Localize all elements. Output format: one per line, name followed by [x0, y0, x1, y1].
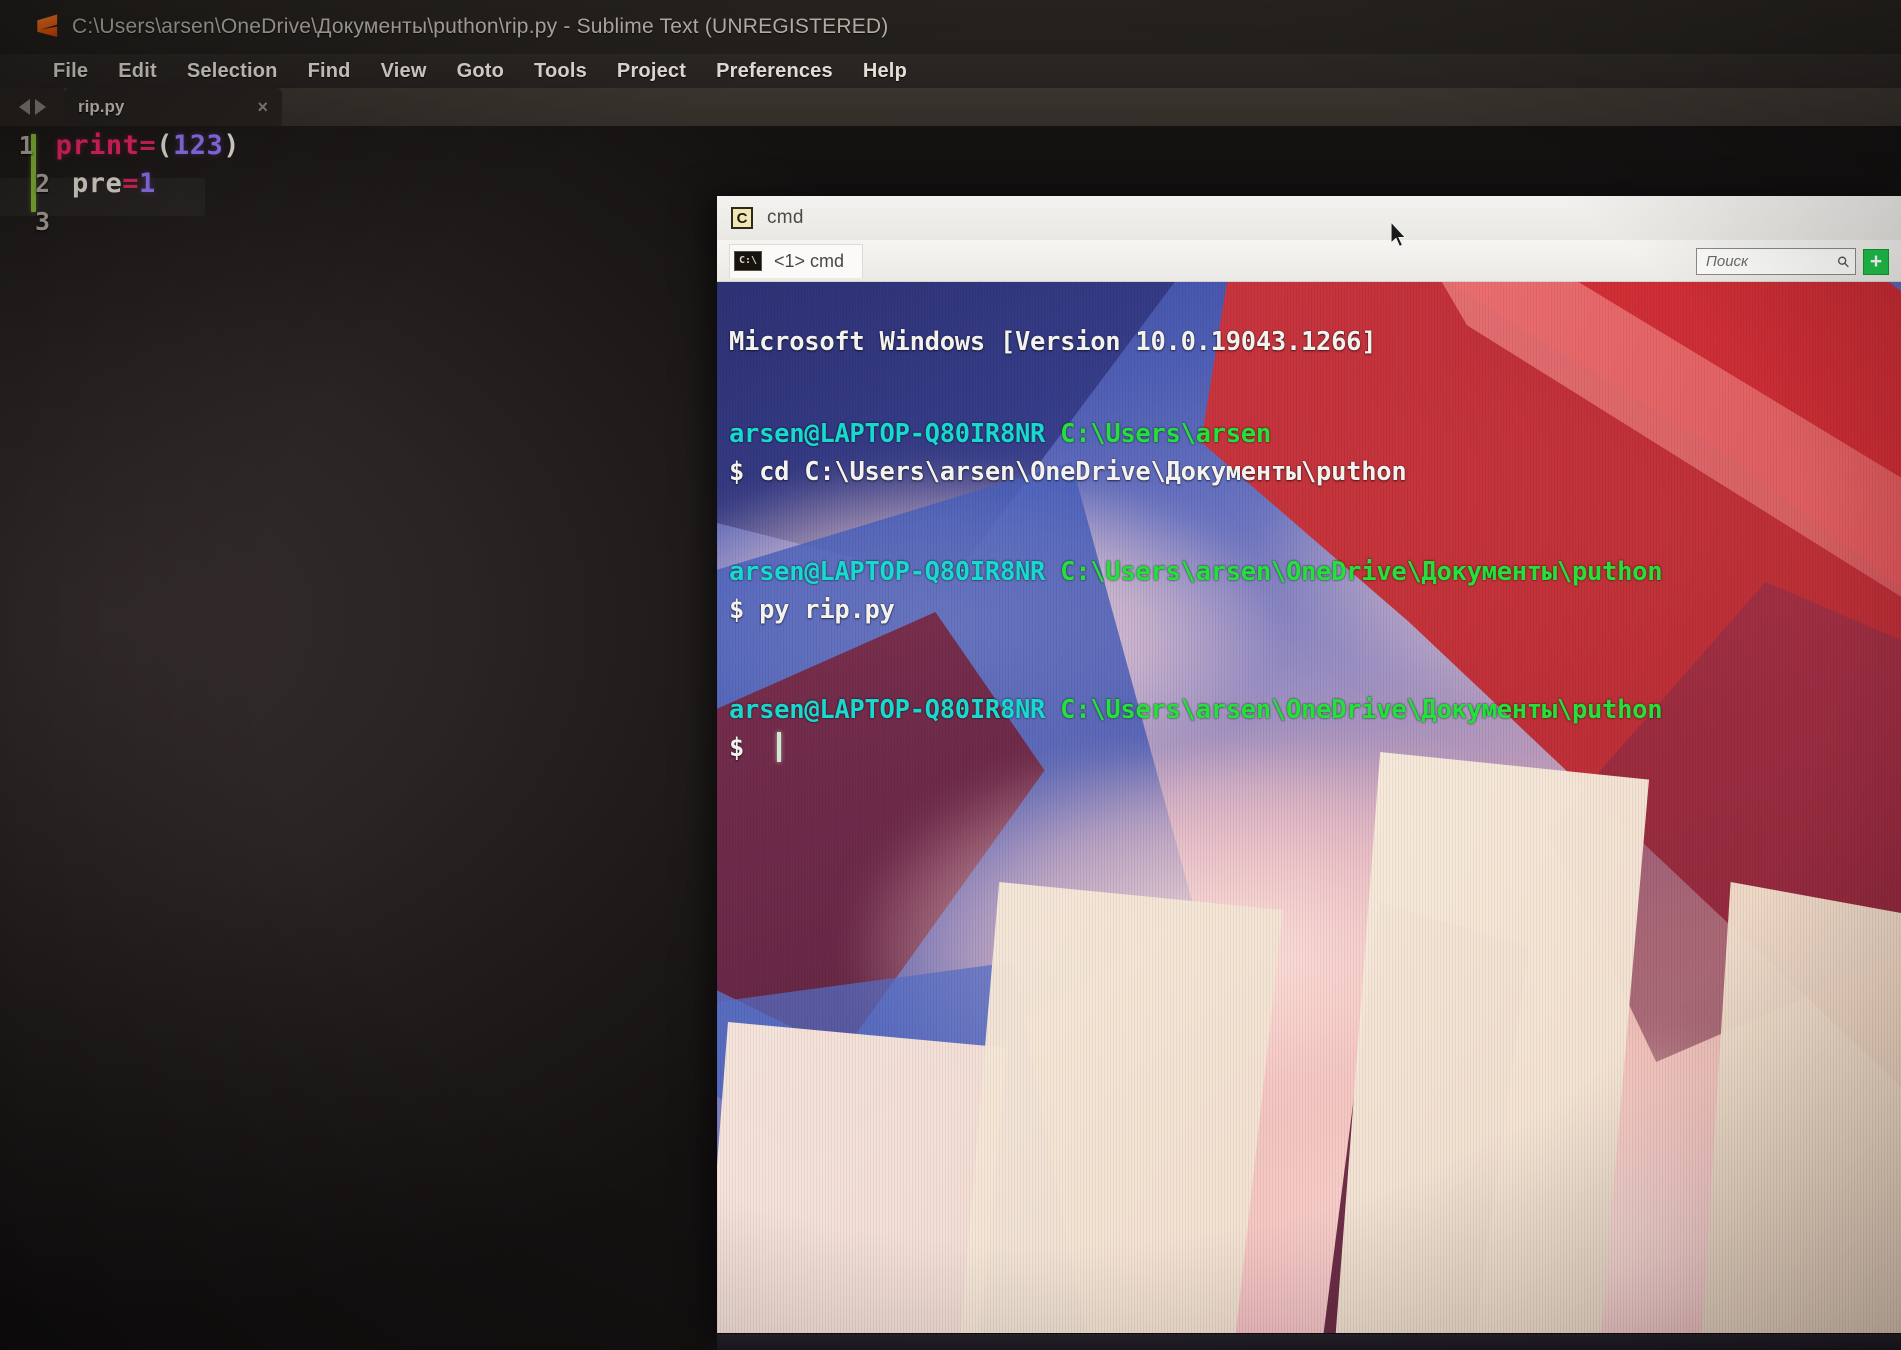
prompt-path: C:\Users\arsen\OneDrive\Документы\puthon: [1060, 695, 1663, 725]
new-tab-plus-label: +: [1869, 250, 1883, 273]
console-command-line-1: $ cd C:\Users\arsen\OneDrive\Документы\p…: [729, 457, 1407, 487]
windows-taskbar[interactable]: [717, 1334, 1901, 1350]
token-operator: =: [122, 167, 140, 199]
token-paren-close: ): [223, 129, 240, 161]
chevron-right-icon[interactable]: [34, 99, 46, 115]
terminal-tab-label: <1> cmd: [774, 250, 845, 271]
tab-label: rip.py: [78, 97, 125, 116]
editor-tab-rip-py[interactable]: rip.py ×: [64, 88, 282, 126]
menu-item-find[interactable]: Find: [293, 60, 366, 83]
sublime-text-logo-icon: [36, 14, 58, 38]
prompt-symbol: $: [729, 595, 745, 625]
terminal-search-area[interactable]: Поиск ⚲ +: [1696, 248, 1889, 275]
search-input[interactable]: Поиск ⚲: [1696, 248, 1856, 275]
mouse-arrow-cursor: [1391, 222, 1407, 248]
conemu-terminal-window[interactable]: C cmd C:\ <1> cmd Поиск ⚲ + Microsoft Wi…: [717, 196, 1901, 1333]
menu-item-view[interactable]: View: [366, 60, 442, 83]
line-number: 3: [34, 206, 50, 236]
token-operator: =: [139, 129, 157, 161]
console-banner: Microsoft Windows [Version 10.0.19043.12…: [729, 327, 1377, 357]
token-variable: pre: [72, 167, 123, 199]
token-number: 123: [172, 129, 224, 161]
new-tab-button[interactable]: +: [1863, 248, 1889, 275]
console-prompt-line-3: arsen@LAPTOP-Q80IR8NR C:\Users\arsen\One…: [729, 695, 1663, 725]
terminal-text-output[interactable]: Microsoft Windows [Version 10.0.19043.12…: [717, 282, 1901, 1333]
menu-item-preferences[interactable]: Preferences: [701, 60, 848, 83]
menu-item-project[interactable]: Project: [602, 60, 701, 83]
chevron-left-icon[interactable]: [18, 99, 30, 115]
close-icon[interactable]: ×: [257, 98, 268, 116]
menu-item-selection[interactable]: Selection: [172, 60, 293, 83]
line-number: 2: [34, 168, 50, 198]
console-prompt-line-1: arsen@LAPTOP-Q80IR8NR C:\Users\arsen: [729, 419, 1271, 449]
console-prompt-line-2: arsen@LAPTOP-Q80IR8NR C:\Users\arsen\One…: [729, 557, 1663, 587]
console-command-line-2: $ py rip.py: [729, 595, 895, 625]
tab-navigation-arrows[interactable]: [0, 88, 64, 126]
terminal-text-cursor: [777, 732, 781, 762]
line-number: 1: [18, 130, 34, 160]
console-command-line-3: $: [729, 733, 759, 763]
menu-bar: File Edit Selection Find View Goto Tools…: [0, 54, 1901, 88]
menu-item-edit[interactable]: Edit: [103, 60, 172, 83]
token-function: print: [55, 129, 140, 161]
terminal-window-title: cmd: [767, 207, 804, 228]
code-text-line-1: print=(123): [56, 130, 240, 161]
cmd-console-icon: C:\: [734, 251, 762, 271]
prompt-user-host: arsen@LAPTOP-Q80IR8NR: [729, 695, 1046, 725]
code-line-3[interactable]: 3: [0, 202, 240, 240]
menu-item-help[interactable]: Help: [848, 60, 922, 83]
menu-item-tools[interactable]: Tools: [519, 60, 602, 83]
prompt-user-host: arsen@LAPTOP-Q80IR8NR: [729, 419, 1046, 449]
terminal-tab-cmd[interactable]: C:\ <1> cmd: [729, 243, 864, 278]
conemu-app-icon: C: [731, 207, 753, 229]
prompt-path: C:\Users\arsen: [1060, 419, 1271, 449]
sublime-title-bar: C:\Users\arsen\OneDrive\Документы\puthon…: [0, 0, 1901, 54]
code-text-line-2: pre=1: [72, 168, 156, 199]
window-title: C:\Users\arsen\OneDrive\Документы\puthon…: [72, 15, 889, 38]
code-line-1[interactable]: 1 print=(123): [0, 126, 240, 164]
token-paren-open: (: [156, 129, 173, 161]
prompt-path: C:\Users\arsen\OneDrive\Документы\puthon: [1060, 557, 1663, 587]
command-text: py rip.py: [759, 595, 895, 625]
prompt-symbol: $: [729, 457, 745, 487]
prompt-symbol: $: [729, 733, 745, 763]
code-line-2[interactable]: 2 pre=1: [0, 164, 240, 202]
menu-item-goto[interactable]: Goto: [442, 60, 519, 83]
editor-tab-bar: rip.py ×: [0, 88, 1901, 126]
search-placeholder: Поиск: [1706, 253, 1749, 270]
prompt-user-host: arsen@LAPTOP-Q80IR8NR: [729, 557, 1046, 587]
search-magnifier-icon[interactable]: ⚲: [1833, 251, 1854, 272]
terminal-title-bar: C cmd: [717, 196, 1901, 240]
terminal-console-area[interactable]: Microsoft Windows [Version 10.0.19043.12…: [717, 282, 1901, 1333]
command-text: cd C:\Users\arsen\OneDrive\Документы\put…: [759, 457, 1407, 487]
menu-item-file[interactable]: File: [38, 60, 103, 83]
token-number: 1: [139, 167, 156, 199]
